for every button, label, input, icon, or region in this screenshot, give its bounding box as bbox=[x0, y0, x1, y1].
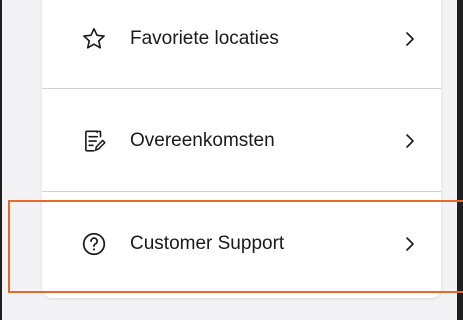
right-frame-edge bbox=[457, 0, 463, 320]
menu-item-label: Overeenkomsten bbox=[130, 130, 275, 151]
menu-divider bbox=[42, 191, 441, 192]
chevron-right-icon bbox=[403, 131, 417, 151]
chevron-right-icon bbox=[403, 29, 417, 49]
chevron-right-icon bbox=[403, 234, 417, 254]
menu-item-overeenkomsten[interactable]: Overeenkomsten bbox=[42, 94, 441, 188]
menu-item-favoriete-locaties[interactable]: Favoriete locaties bbox=[42, 0, 441, 86]
menu-item-label: Customer Support bbox=[130, 233, 285, 254]
question-circle-icon bbox=[80, 230, 108, 258]
menu-divider bbox=[42, 88, 441, 89]
star-outline-icon bbox=[80, 25, 108, 53]
menu-item-customer-support[interactable]: Customer Support bbox=[42, 197, 441, 291]
menu-item-label: Favoriete locaties bbox=[130, 28, 279, 49]
document-edit-icon bbox=[80, 127, 108, 155]
